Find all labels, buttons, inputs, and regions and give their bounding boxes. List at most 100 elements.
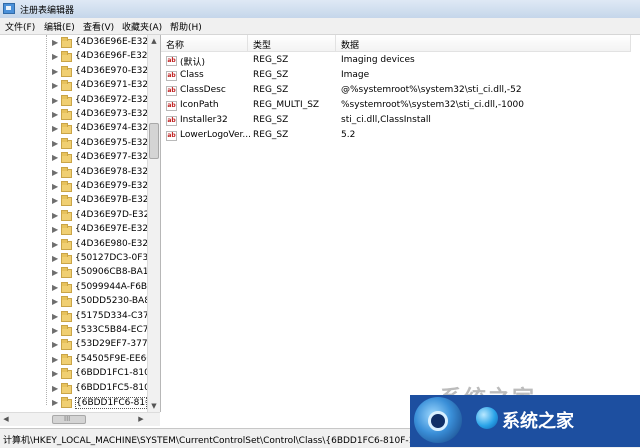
menu-help[interactable]: 帮助(H)	[170, 20, 202, 33]
expand-arrow-icon[interactable]: ▶	[52, 254, 58, 263]
value-row[interactable]: ab IconPath REG_MULTI_SZ %systemroot%\syste…	[161, 99, 631, 114]
tree-item[interactable]: ▶ {6BDD1FC6-810F	[0, 397, 147, 411]
folder-icon	[61, 397, 72, 408]
expand-arrow-icon[interactable]: ▶	[52, 369, 58, 378]
watermark-brand-text: 系统之家	[502, 411, 574, 432]
tree-item[interactable]: ▶ {5175D334-C371	[0, 310, 147, 325]
value-row[interactable]: ab Class REG_SZ Image	[161, 69, 631, 84]
scroll-right-arrow-icon[interactable]: ▶	[135, 413, 147, 426]
menu-view[interactable]: 查看(V)	[83, 20, 114, 33]
tree-item[interactable]: ▶ {50906CB8-BA12	[0, 267, 147, 281]
value-row[interactable]: ab ClassDesc REG_SZ @%systemroot%\system32\…	[161, 84, 631, 99]
value-row[interactable]: ab (默认) REG_SZ Imaging devices	[161, 54, 631, 69]
registry-tree-pane[interactable]: ▶ {4D36E96E-E325 ▶ {4D36E96F-E325 ▶ {4D36E970…	[0, 35, 161, 412]
values-list-pane[interactable]: 名称 类型 数据 ab (默认) REG_SZ Imaging devices ab Cl…	[161, 35, 640, 425]
tree-item[interactable]: ▶ {53D29EF7-377C	[0, 339, 147, 353]
expand-arrow-icon[interactable]: ▶	[52, 225, 58, 234]
scroll-thumb[interactable]	[149, 123, 159, 159]
tree-item[interactable]: ▶ {4D36E979-E325	[0, 181, 147, 195]
expand-arrow-icon[interactable]: ▶	[52, 196, 58, 205]
tree-item[interactable]: ▶ {4D36E975-E325	[0, 137, 147, 152]
expand-arrow-icon[interactable]: ▶	[52, 340, 58, 349]
string-value-icon: ab	[166, 86, 177, 96]
tree-item[interactable]: ▶ {5099944A-F6B9	[0, 281, 147, 296]
folder-icon	[61, 181, 72, 192]
expand-arrow-icon[interactable]: ▶	[52, 283, 58, 292]
expand-arrow-icon[interactable]: ▶	[52, 384, 58, 393]
tree-horizontal-scrollbar[interactable]: ◀ III ▶	[0, 412, 160, 426]
tree-item[interactable]: ▶ {4D36E974-E325	[0, 123, 147, 137]
tree-item[interactable]: ▶ {533C5B84-EC70	[0, 325, 147, 339]
tree-item[interactable]: ▶ {6BDD1FC1-810F	[0, 368, 147, 382]
tree-item[interactable]: ▶ {4D36E972-E325	[0, 94, 147, 109]
scroll-down-arrow-icon[interactable]: ▼	[148, 400, 160, 412]
tree-item-label: {4D36E97E-E325	[75, 224, 147, 235]
tree-item[interactable]: ▶ {6BDD1FC5-810F	[0, 382, 147, 397]
tree-item[interactable]: ▶ {4D36E96F-E325	[0, 51, 147, 65]
folder-icon	[61, 382, 72, 394]
expand-arrow-icon[interactable]: ▶	[52, 153, 58, 162]
folder-icon	[61, 65, 72, 77]
expand-arrow-icon[interactable]: ▶	[52, 139, 58, 148]
tree-item[interactable]: ▶ {50127DC3-0F36	[0, 253, 147, 267]
tree-item[interactable]: ▶ {4D36E973-E325	[0, 109, 147, 123]
value-type: REG_SZ	[253, 85, 289, 95]
expand-arrow-icon[interactable]: ▶	[52, 182, 58, 191]
tree-item-label: {533C5B84-EC70	[75, 325, 147, 335]
expand-arrow-icon[interactable]: ▶	[52, 268, 58, 277]
tree-item[interactable]: ▶ {50DD5230-BA8A	[0, 296, 147, 310]
tree-item-label: {6BDD1FC5-810F	[75, 382, 147, 393]
expand-arrow-icon[interactable]: ▶	[52, 81, 58, 90]
tree-item[interactable]: ▶ {4D36E97B-E325	[0, 195, 147, 209]
expand-arrow-icon[interactable]: ▶	[52, 398, 58, 407]
folder-icon	[61, 137, 72, 149]
tree-item[interactable]: ▶ {4D36E977-E325	[0, 152, 147, 166]
column-header-type-label: 类型	[253, 41, 272, 51]
tree-item[interactable]: ▶ {4D36E980-E325	[0, 238, 147, 253]
tree-item-label: {4D36E972-E325	[75, 94, 147, 105]
scroll-left-arrow-icon[interactable]: ◀	[0, 413, 12, 426]
expand-arrow-icon[interactable]: ▶	[52, 124, 58, 133]
expand-arrow-icon[interactable]: ▶	[52, 355, 58, 364]
value-row[interactable]: ab Installer32 REG_SZ sti_ci.dll,ClassInsta…	[161, 114, 631, 129]
value-type: REG_SZ	[253, 115, 289, 125]
menu-file[interactable]: 文件(F)	[5, 20, 35, 33]
expand-arrow-icon[interactable]: ▶	[52, 297, 58, 306]
expand-arrow-icon[interactable]: ▶	[52, 67, 58, 76]
expand-arrow-icon[interactable]: ▶	[52, 96, 58, 105]
tree-item[interactable]: ▶ {4D36E971-E325	[0, 80, 147, 94]
value-data: Image	[341, 70, 370, 80]
expand-arrow-icon[interactable]: ▶	[52, 211, 58, 220]
column-header-type[interactable]: 类型	[248, 35, 336, 52]
expand-arrow-icon[interactable]: ▶	[52, 326, 58, 335]
tree-item[interactable]: ▶ {4D36E97D-E325	[0, 209, 147, 224]
tree-item[interactable]: ▶ {4D36E970-E325	[0, 65, 147, 80]
tree-item[interactable]: ▶ {4D36E978-E325	[0, 166, 147, 181]
menu-favorites[interactable]: 收藏夹(A)	[122, 20, 162, 33]
hscroll-grip-icon: III	[64, 415, 71, 423]
folder-icon	[61, 253, 72, 264]
menu-edit[interactable]: 编辑(E)	[44, 20, 75, 33]
expand-arrow-icon[interactable]: ▶	[52, 312, 58, 321]
expand-arrow-icon[interactable]: ▶	[52, 38, 58, 47]
tree-item[interactable]: ▶ {4D36E97E-E325	[0, 224, 147, 238]
value-type: REG_SZ	[253, 130, 289, 140]
scroll-up-arrow-icon[interactable]: ▲	[148, 35, 160, 47]
expand-arrow-icon[interactable]: ▶	[52, 52, 58, 61]
value-data: Imaging devices	[341, 55, 415, 65]
expand-arrow-icon[interactable]: ▶	[52, 110, 58, 119]
tree-item[interactable]: ▶ {4D36E96E-E325	[0, 37, 147, 51]
tree-item-label: {4D36E973-E325	[75, 109, 147, 119]
expand-arrow-icon[interactable]: ▶	[52, 240, 58, 249]
expand-arrow-icon[interactable]: ▶	[52, 168, 58, 177]
folder-icon	[61, 51, 72, 63]
tree-vertical-scrollbar[interactable]: ▲ ▼	[147, 35, 160, 412]
tree-item-label: {4D36E974-E325	[75, 123, 147, 134]
string-value-icon: ab	[166, 101, 177, 111]
column-header-name[interactable]: 名称	[161, 35, 248, 52]
tree-item[interactable]: ▶ {54505F9E-EE66	[0, 353, 147, 368]
column-header-data[interactable]: 数据	[336, 35, 631, 52]
value-row[interactable]: ab LowerLogoVer... REG_SZ 5.2	[161, 129, 631, 144]
folder-icon	[61, 368, 72, 380]
folder-icon	[61, 195, 72, 207]
